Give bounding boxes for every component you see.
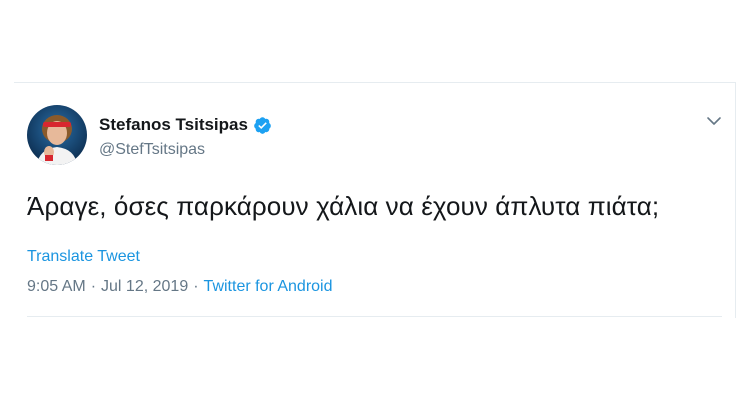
meta-separator: · <box>193 278 199 295</box>
author-name-row[interactable]: Stefanos Tsitsipas <box>99 115 272 135</box>
avatar-image <box>27 105 87 165</box>
tweet-text: Άραγε, όσες παρκάρουν χάλια να έχουν άπλ… <box>27 191 660 221</box>
divider <box>27 316 722 317</box>
avatar[interactable] <box>27 105 87 165</box>
chevron-down-icon[interactable] <box>706 113 722 129</box>
meta-separator: · <box>90 278 97 295</box>
tweet-meta: 9:05 AM · Jul 12, 2019 · Twitter for Android <box>27 278 333 296</box>
author-handle[interactable]: @StefTsitsipas <box>99 141 205 159</box>
tweet-time[interactable]: 9:05 AM <box>27 278 86 295</box>
display-name[interactable]: Stefanos Tsitsipas <box>99 115 248 135</box>
verified-badge-icon <box>253 116 272 135</box>
translate-tweet-link[interactable]: Translate Tweet <box>27 248 140 266</box>
tweet-date[interactable]: Jul 12, 2019 <box>101 278 188 295</box>
tweet-source-link[interactable]: Twitter for Android <box>204 278 333 295</box>
tweet-card: Stefanos Tsitsipas @StefTsitsipas Άραγε,… <box>14 82 736 318</box>
